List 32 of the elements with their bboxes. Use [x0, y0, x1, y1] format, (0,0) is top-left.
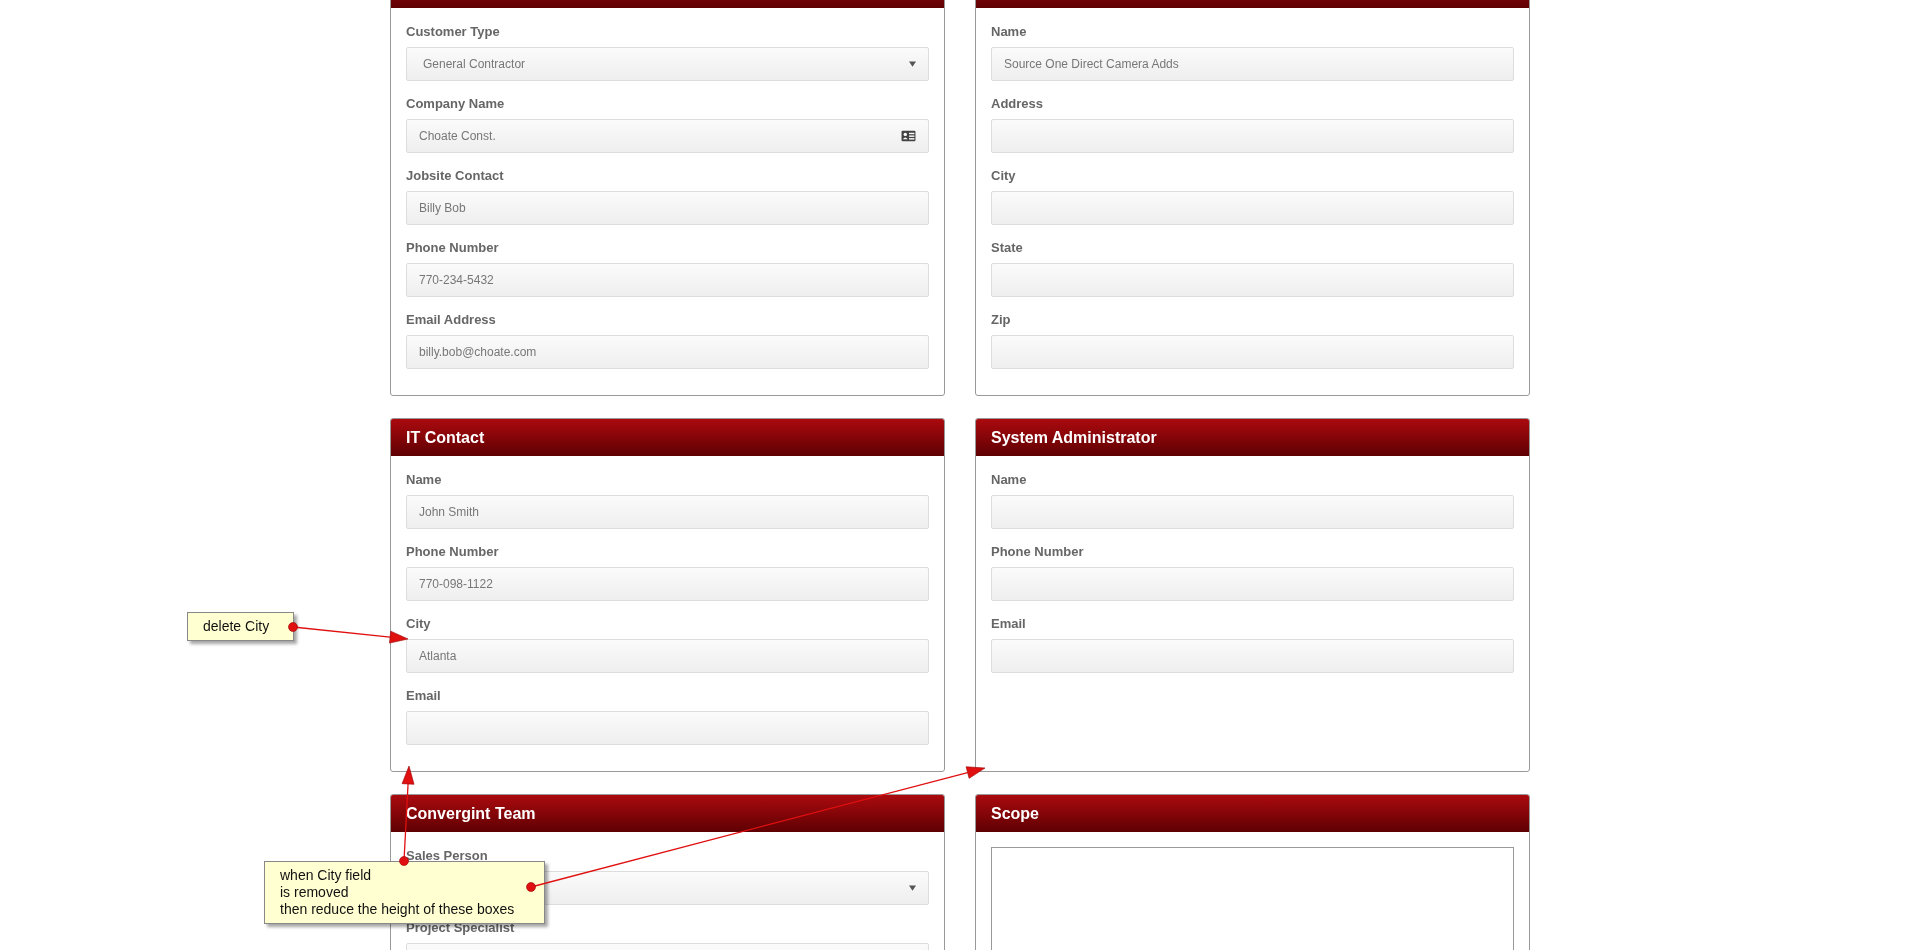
field-label: Name [991, 471, 1028, 489]
field-label: Name [991, 23, 1028, 41]
field-label: Email [991, 615, 1027, 633]
panel-title: IT Contact [406, 428, 485, 447]
field-label: Address [991, 95, 1045, 113]
field-label: Company Name [406, 95, 506, 113]
input-field[interactable]: John Smith [406, 495, 929, 529]
field-label: Zip [991, 311, 1012, 329]
input-field[interactable]: Source One Direct Camera Adds [991, 47, 1514, 81]
field-label: City [406, 615, 432, 633]
input-field[interactable]: Billy Bob [406, 191, 929, 225]
input-field[interactable]: Atlanta [406, 639, 929, 673]
field-label: Name [406, 471, 443, 489]
field-label: Phone Number [991, 543, 1085, 561]
panel-title: System Administrator [991, 428, 1157, 447]
select-field[interactable]: General Contractor [406, 47, 929, 81]
note-tooltip: when City field is removed then reduce the height of these boxes [264, 861, 545, 924]
field-label: Customer Type [406, 23, 501, 41]
field-label: State [991, 239, 1024, 257]
panel-title: Convergint Team [406, 804, 536, 823]
panel-title: Scope [991, 804, 1039, 823]
field-label: Email [406, 687, 442, 705]
field-label: Phone Number [406, 239, 500, 257]
note-tooltip: delete City [187, 612, 294, 641]
field-label: City [991, 167, 1017, 185]
input-field[interactable]: 770-234-5432 [406, 263, 929, 297]
field-label: Jobsite Contact [406, 167, 505, 185]
field-label: Phone Number [406, 543, 500, 561]
input-field[interactable]: 770-098-1122 [406, 567, 929, 601]
input-field[interactable]: billy.bob@choate.com [406, 335, 929, 369]
input-field[interactable]: Choate Const. [406, 119, 929, 153]
field-label: Email Address [406, 311, 497, 329]
